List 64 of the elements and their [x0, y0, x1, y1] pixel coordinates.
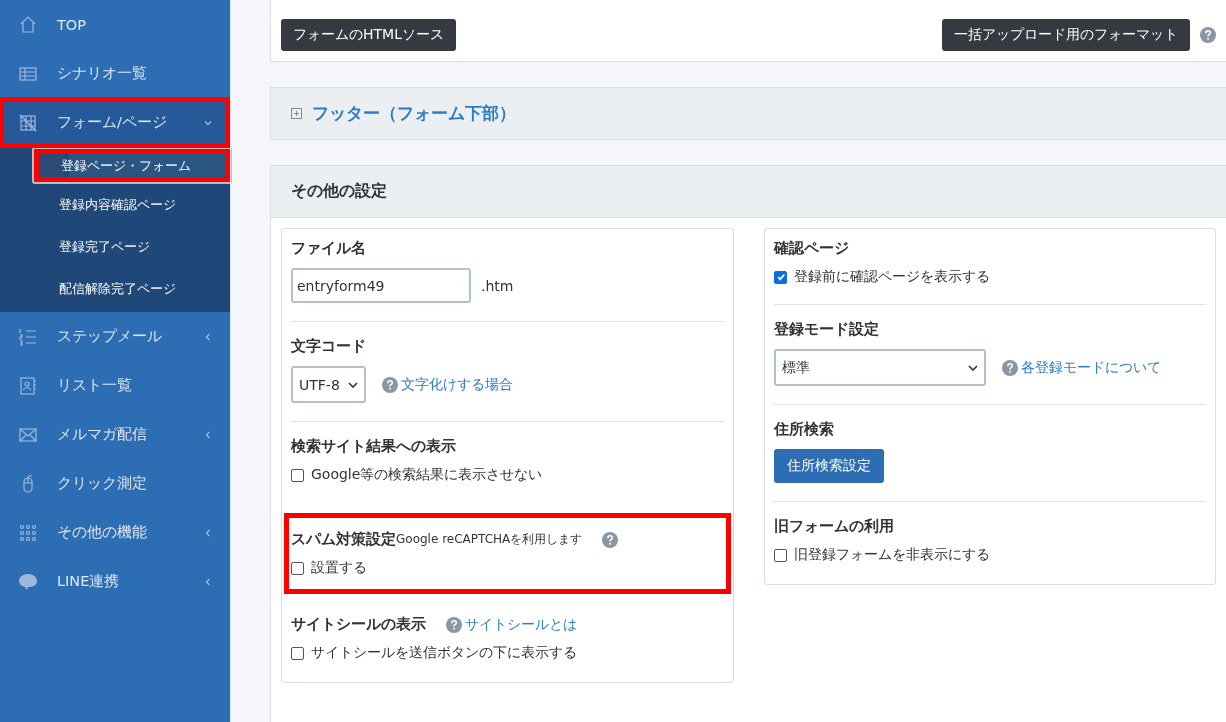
help-icon: [446, 616, 462, 633]
checkbox-label: 登録前に確認ページを表示する: [794, 268, 990, 286]
suffix-text: .htm: [481, 277, 514, 294]
section-title: 登録モード設定: [774, 320, 879, 339]
caret-icon: [347, 381, 358, 388]
nav-item[interactable]: TOP: [0, 0, 230, 49]
nav-item[interactable]: メルマガ配信: [0, 410, 230, 459]
checkbox[interactable]: [774, 270, 787, 284]
grid-icon: [18, 112, 38, 133]
help-link[interactable]: 文字化けする場合: [375, 375, 513, 394]
section-title: サイトシールの表示: [291, 615, 426, 634]
chevron-icon: [204, 528, 212, 537]
help-link[interactable]: 各登録モードについて: [996, 358, 1161, 377]
help-icon: [1002, 359, 1018, 376]
chevron-icon: [204, 332, 212, 341]
checkbox[interactable]: [291, 646, 304, 660]
submenu-item[interactable]: 登録完了ページ: [0, 226, 230, 268]
contact-book-icon: [18, 375, 38, 396]
panel-title: その他の設定: [271, 166, 1226, 218]
settings-button[interactable]: 住所検索設定: [774, 449, 884, 483]
section-title: スパム対策設定: [291, 530, 396, 549]
section-title: 確認ページ: [774, 239, 849, 258]
checkbox-label: Google等の検索結果に表示させない: [311, 466, 543, 484]
nav-item[interactable]: フォーム/ページ: [0, 98, 230, 147]
dots-grid-icon: [18, 522, 38, 543]
checkbox-label: サイトシールを送信ボタンの下に表示する: [311, 644, 577, 662]
text-field[interactable]: entryform49: [291, 268, 471, 303]
nav-item[interactable]: ステップメール: [0, 312, 230, 361]
submenu-item[interactable]: 配信解除完了ページ: [0, 268, 230, 310]
submenu-item[interactable]: 登録内容確認ページ: [0, 184, 230, 226]
help-icon: [602, 531, 619, 548]
chevron-icon: [204, 118, 212, 127]
help-icon: [1200, 26, 1216, 43]
section-title: 旧フォームの利用: [774, 517, 894, 536]
chevron-icon: [204, 430, 212, 439]
numbered-list-icon: [18, 326, 38, 347]
help-link[interactable]: サイトシールとは: [440, 615, 577, 634]
checkbox[interactable]: [774, 548, 787, 562]
select-field[interactable]: 標準: [774, 349, 986, 386]
toolbar-button[interactable]: 一括アップロード用のフォーマット: [942, 18, 1190, 51]
help-icon: [381, 376, 398, 393]
checkbox-label: 旧登録フォームを非表示にする: [794, 546, 990, 564]
nav-item[interactable]: LINE連携: [0, 557, 230, 606]
section-title: 文字コード: [291, 337, 366, 356]
speech-bubble-icon: [18, 571, 38, 592]
checkbox[interactable]: [291, 468, 304, 482]
section-title: ファイル名: [291, 239, 366, 258]
section-title: 検索サイト結果への表示: [291, 437, 456, 456]
note-text: Google reCAPTCHAを利用します: [396, 532, 583, 546]
panel-title-link[interactable]: フッター（フォーム下部）: [312, 102, 516, 125]
submenu-item[interactable]: 登録ページ・フォーム: [32, 147, 232, 184]
toolbar-button[interactable]: フォームのHTMLソース: [281, 18, 456, 51]
checkbox-label: 設置する: [311, 559, 367, 577]
select-field[interactable]: UTF-8: [291, 366, 366, 403]
checkbox[interactable]: [291, 561, 304, 575]
home-icon: [18, 14, 38, 35]
checkmark-icon: [775, 272, 786, 282]
nav-item[interactable]: リスト一覧: [0, 361, 230, 410]
nav-item[interactable]: その他の機能: [0, 508, 230, 557]
nav-item[interactable]: クリック測定: [0, 459, 230, 508]
chevron-icon: [204, 577, 212, 586]
nav-item[interactable]: シナリオ一覧: [0, 49, 230, 98]
section-title: 住所検索: [774, 420, 834, 439]
caret-icon: [968, 364, 978, 371]
